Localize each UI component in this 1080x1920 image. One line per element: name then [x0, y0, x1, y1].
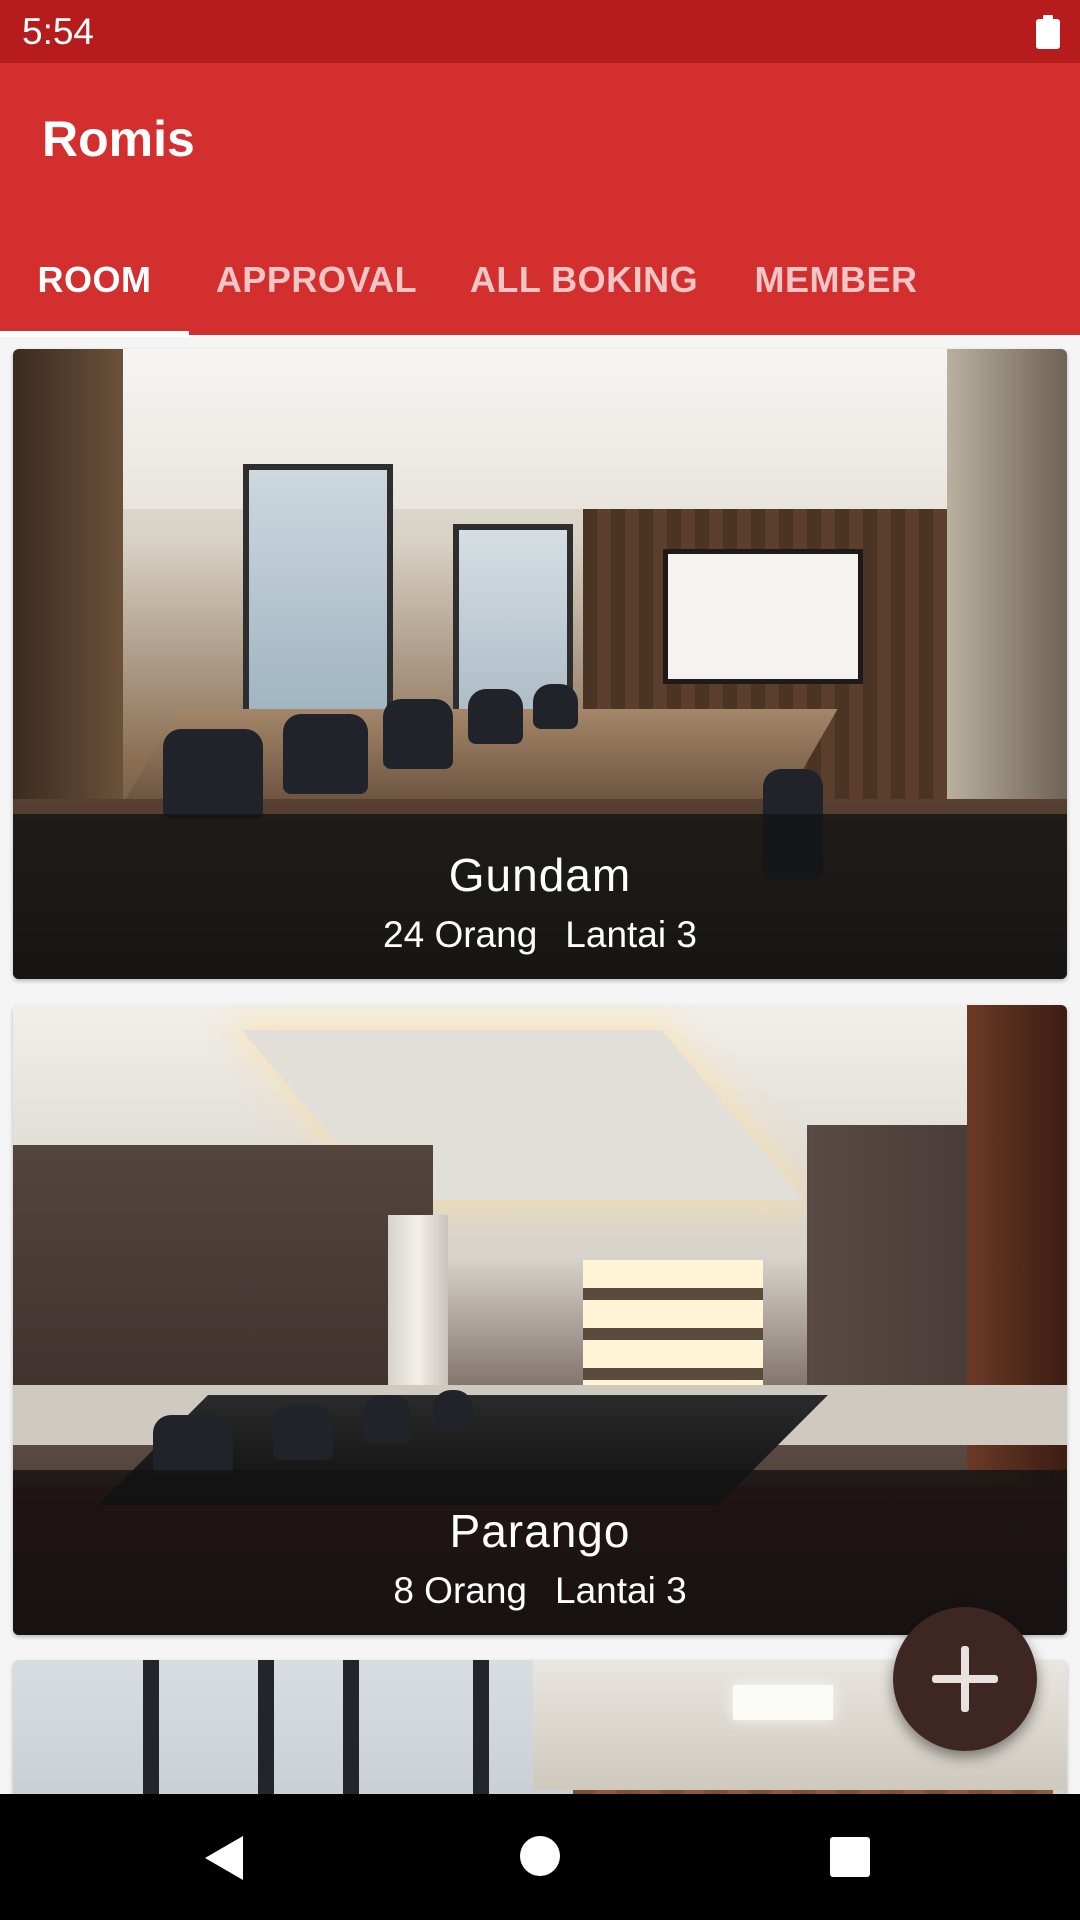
tab-room[interactable]: ROOM — [0, 228, 189, 337]
room-card[interactable]: Parango 8 Orang Lantai 3 — [13, 1005, 1067, 1635]
room-meta: 8 Orang Lantai 3 — [13, 1570, 1067, 1612]
home-icon[interactable] — [520, 1836, 560, 1876]
app-bar: Romis ROOM APPROVAL ALL BOKING MEMBER — [0, 63, 1080, 337]
tab-all-boking[interactable]: ALL BOKING — [444, 228, 724, 332]
room-floor: Lantai 3 — [565, 914, 697, 955]
tab-member[interactable]: MEMBER — [724, 228, 948, 332]
tab-approval[interactable]: APPROVAL — [189, 228, 444, 332]
back-icon[interactable] — [205, 1836, 243, 1880]
room-info: Gundam 24 Orang Lantai 3 — [13, 814, 1067, 979]
room-capacity: 24 Orang — [383, 914, 538, 955]
navigation-bar — [0, 1794, 1080, 1920]
tab-bar: ROOM APPROVAL ALL BOKING MEMBER — [0, 228, 1080, 337]
app-title: Romis — [42, 111, 195, 167]
room-floor: Lantai 3 — [555, 1570, 687, 1611]
room-meta: 24 Orang Lantai 3 — [13, 914, 1067, 956]
room-info: Parango 8 Orang Lantai 3 — [13, 1470, 1067, 1635]
room-name: Gundam — [448, 849, 632, 901]
recents-icon[interactable] — [830, 1837, 870, 1877]
status-bar: 5:54 — [0, 0, 1080, 63]
room-card[interactable]: Gundam 24 Orang Lantai 3 — [13, 349, 1067, 979]
battery-icon — [1036, 14, 1060, 49]
status-time: 5:54 — [22, 10, 95, 52]
room-capacity: 8 Orang — [393, 1570, 528, 1611]
room-name: Parango — [449, 1505, 631, 1557]
plus-icon — [932, 1646, 998, 1712]
add-room-button[interactable] — [893, 1607, 1037, 1751]
